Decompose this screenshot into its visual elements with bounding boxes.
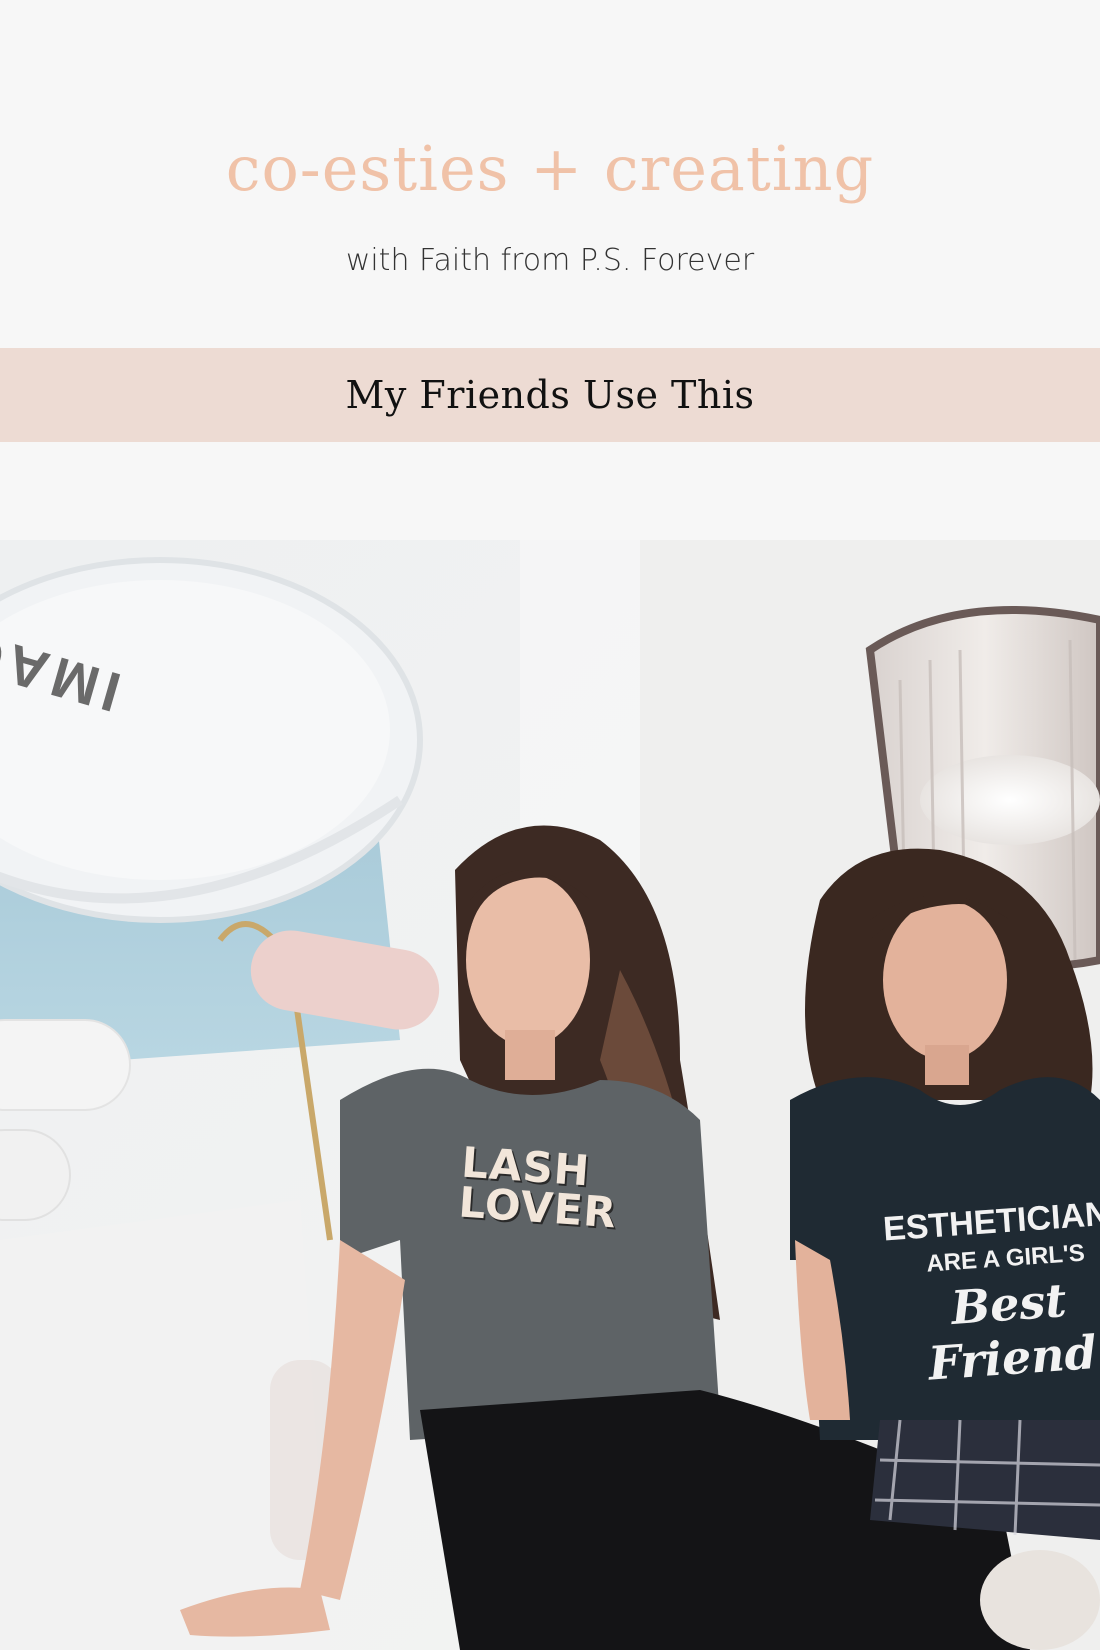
page-subtitle: with Faith from P.S. Forever	[345, 243, 755, 278]
shirt-text-lash-lover: LASH LOVER	[457, 1137, 619, 1238]
banner: My Friends Use This	[0, 348, 1100, 442]
hero-photo-illustration	[0, 540, 1100, 1650]
page: co-esties + creating with Faith from P.S…	[0, 0, 1100, 1650]
shirt-text-estheticians: ESTHETICIANS ARE A GIRL'S Best Friend	[882, 1193, 1100, 1393]
shirt-text-line-3: Best Friend	[926, 1273, 1099, 1391]
hero-photo: IMAGE SKIN LASH LOVER ESTHETICIANS ARE A…	[0, 540, 1100, 1650]
page-title: co-esties + creating	[225, 132, 875, 205]
banner-text: My Friends Use This	[345, 373, 755, 417]
